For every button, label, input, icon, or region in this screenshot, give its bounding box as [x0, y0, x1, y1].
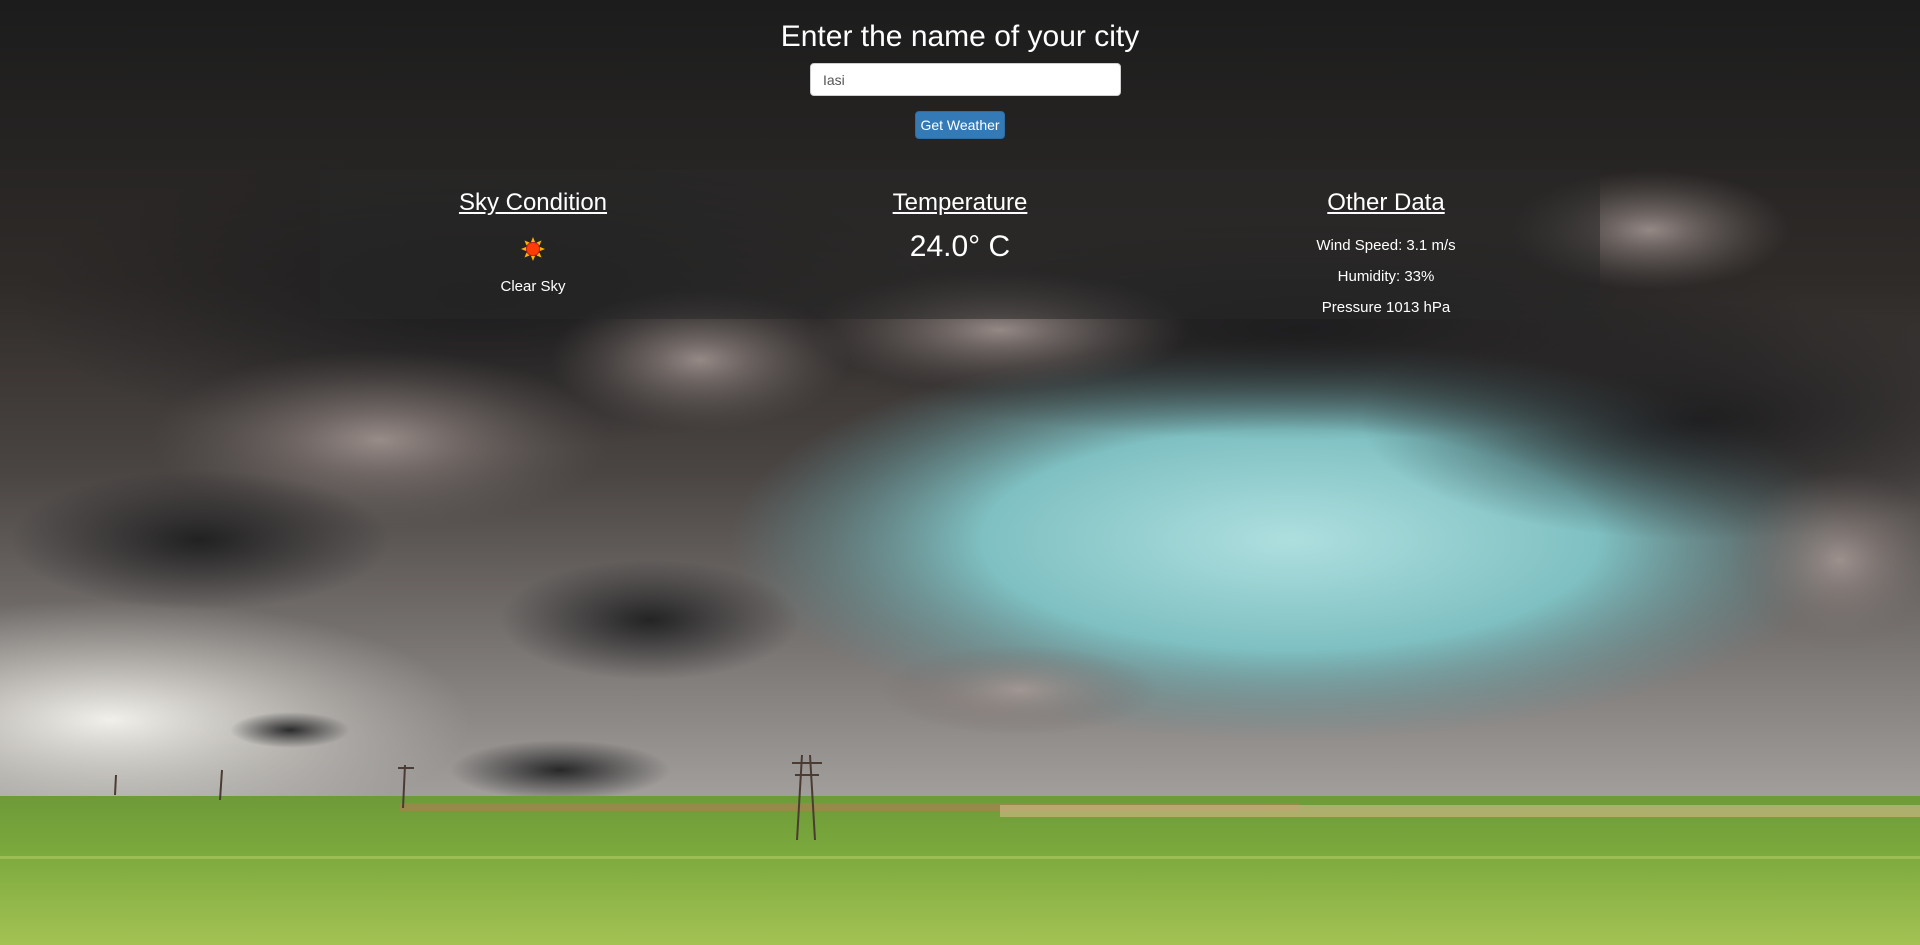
weather-results-panel: Sky Condition Clear Sky Temperature 24.0…	[320, 170, 1600, 319]
sky-condition-section: Sky Condition Clear Sky	[320, 170, 746, 319]
get-weather-button[interactable]: Get Weather	[915, 111, 1005, 139]
page-title: Enter the name of your city	[780, 20, 1140, 53]
page-content: Enter the name of your city Get Weather …	[0, 0, 1920, 945]
pressure-text: Pressure 1013 hPa	[1321, 299, 1451, 316]
sun-icon	[521, 237, 545, 261]
temperature-heading: Temperature	[892, 189, 1028, 216]
humidity-text: Humidity: 33%	[1337, 268, 1435, 285]
temperature-section: Temperature 24.0° C	[747, 170, 1173, 319]
temperature-value: 24.0° C	[909, 230, 1011, 263]
wind-speed-text: Wind Speed: 3.1 m/s	[1316, 237, 1456, 254]
weather-page: Enter the name of your city Get Weather …	[0, 0, 1920, 945]
sky-description: Clear Sky	[500, 278, 566, 295]
other-data-heading: Other Data	[1327, 189, 1445, 216]
sky-condition-heading: Sky Condition	[458, 189, 608, 216]
other-data-section: Other Data Wind Speed: 3.1 m/s Humidity:…	[1173, 170, 1599, 319]
header: Enter the name of your city	[0, 18, 1920, 56]
city-search-input[interactable]	[810, 63, 1121, 96]
